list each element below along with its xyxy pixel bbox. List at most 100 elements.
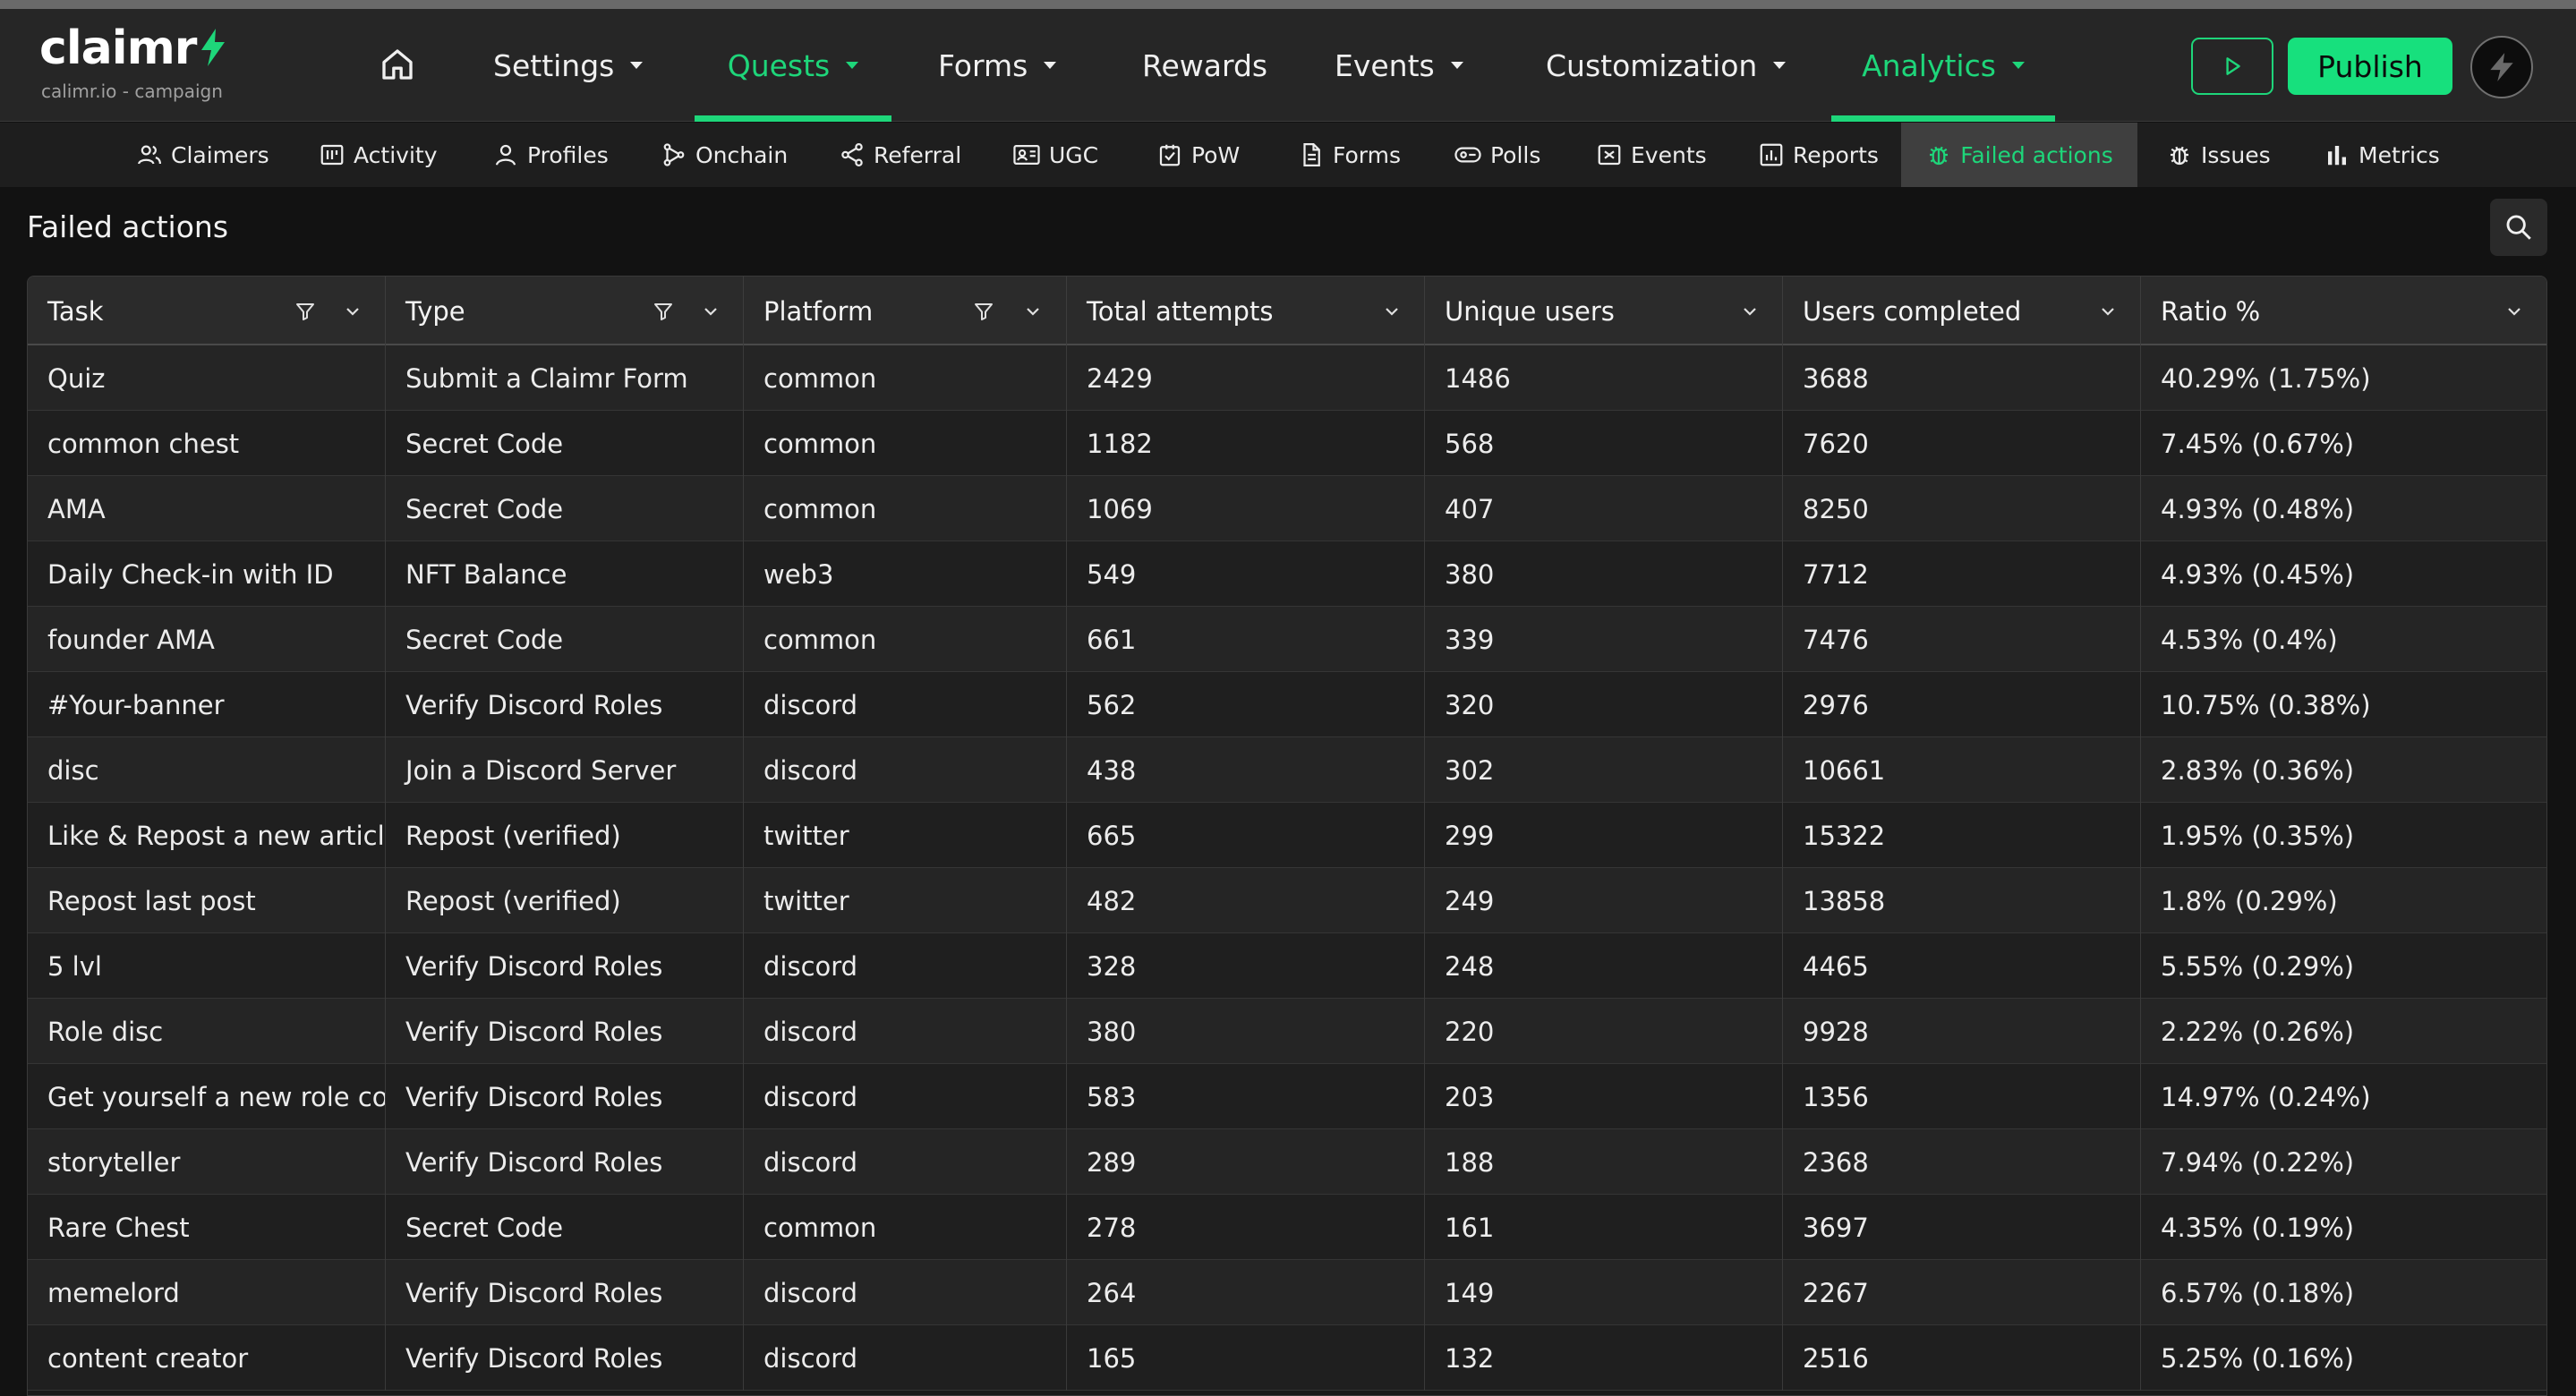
ratio-cell: 5.25% (0.16%)	[2161, 1342, 2355, 1374]
nav-rewards[interactable]: Rewards	[1142, 9, 1267, 122]
table-row[interactable]: Repost last post Repost (verified) twitter…	[28, 868, 2546, 933]
chevron-down-icon[interactable]	[1025, 304, 1041, 319]
preview-button[interactable]	[2191, 38, 2273, 95]
subnav-failed-actions[interactable]: Failed actions	[1901, 123, 2137, 187]
column-header-type[interactable]: Type	[386, 277, 744, 345]
nav-customization[interactable]: Customization	[1546, 9, 1787, 122]
table-row[interactable]: 5 lvl Verify Discord Roles discord 328 248 44…	[28, 933, 2546, 999]
platform-cell: discord	[744, 737, 1067, 803]
table-row[interactable]: Get yourself a new role co... Verify Disc…	[28, 1064, 2546, 1129]
type-cell: Secret Code	[386, 411, 744, 476]
ratio-cell: 2.22% (0.26%)	[2161, 1016, 2355, 1047]
users-completed-cell: 13858	[1783, 868, 2141, 933]
subnav-profiles[interactable]: Profiles	[492, 123, 609, 187]
total-attempts-cell: 1182	[1067, 411, 1425, 476]
subnav-pow[interactable]: PoW	[1156, 123, 1240, 187]
window-top-strip	[0, 0, 2576, 9]
failed-actions-table: Task Type Platform Total attempts Unique…	[27, 276, 2547, 1396]
chevron-down-icon[interactable]	[2506, 304, 2522, 319]
total-attempts-cell: 549	[1067, 541, 1425, 607]
chevron-down-icon[interactable]	[703, 304, 719, 319]
table-row[interactable]: founder AMA Secret Code common 661 339 7476 4.…	[28, 607, 2546, 672]
total-attempts-cell: 583	[1067, 1064, 1425, 1129]
table-row[interactable]: common chest Secret Code common 1182 568 7620…	[28, 411, 2546, 476]
subnav-ugc[interactable]: UGC	[1012, 123, 1098, 187]
column-header-label: Type	[405, 295, 465, 327]
table-row[interactable]: Role disc Verify Discord Roles discord 380 2…	[28, 999, 2546, 1064]
table-row[interactable]: memelord Verify Discord Roles discord 264 14…	[28, 1260, 2546, 1325]
table-row[interactable]: Daily Check-in with ID NFT Balance web3 549…	[28, 541, 2546, 607]
subnav-polls[interactable]: Polls	[1454, 123, 1540, 187]
unique-users-cell: 132	[1425, 1325, 1783, 1391]
task-cell: storyteller	[28, 1129, 386, 1195]
platform-cell: common	[744, 607, 1067, 672]
chevron-down-icon	[630, 62, 644, 69]
subnav-activity-label: Activity	[354, 141, 438, 168]
users-completed-cell: 2516	[1783, 1325, 2141, 1391]
column-header-users-completed[interactable]: Users completed	[1783, 277, 2141, 345]
publish-button[interactable]: Publish	[2288, 38, 2452, 95]
column-header-platform[interactable]: Platform	[744, 277, 1067, 345]
column-header-total-attempts[interactable]: Total attempts	[1067, 277, 1425, 345]
platform-cell: web3	[744, 541, 1067, 607]
subnav-reports[interactable]: Reports	[1758, 123, 1879, 187]
table-row[interactable]: AMA Secret Code common 1069 407 8250 4.93% (0.…	[28, 476, 2546, 541]
table-row[interactable]: Quiz Submit a Claimr Form common 2429 1486 36…	[28, 345, 2546, 411]
table-row[interactable]: content creator Verify Discord Roles disco…	[28, 1325, 2546, 1391]
nav-quests[interactable]: Quests	[695, 9, 891, 122]
table-row[interactable]: storyteller Verify Discord Roles discord 28…	[28, 1129, 2546, 1195]
subnav-referral[interactable]: Referral	[839, 123, 961, 187]
table-header: Task Type Platform Total attempts Unique…	[28, 277, 2546, 345]
nav-customization-label: Customization	[1546, 47, 1758, 83]
nav-settings[interactable]: Settings	[493, 9, 644, 122]
subnav-forms[interactable]: Forms	[1298, 123, 1401, 187]
subnav-metrics[interactable]: Metrics	[2324, 123, 2440, 187]
subnav-activity[interactable]: Activity	[319, 123, 438, 187]
column-header-ratio[interactable]: Ratio %	[2141, 277, 2546, 345]
unique-users-cell: 248	[1425, 933, 1783, 999]
chevron-down-icon[interactable]	[345, 304, 361, 319]
subnav-events[interactable]: Events	[1596, 123, 1707, 187]
home-icon[interactable]	[380, 47, 415, 86]
bar-chart-icon	[2328, 146, 2346, 166]
total-attempts-cell: 328	[1067, 933, 1425, 999]
users-completed-cell: 15322	[1783, 803, 2141, 868]
bolt-icon	[2490, 53, 2513, 81]
onchain-icon	[663, 143, 685, 166]
ratio-cell: 4.93% (0.48%)	[2161, 493, 2355, 524]
task-cell: Like & Repost a new articl...	[28, 803, 386, 868]
total-attempts-cell: 2429	[1067, 345, 1425, 411]
nav-quests-label: Quests	[727, 47, 831, 83]
search-button[interactable]	[2490, 199, 2547, 256]
type-cell: Verify Discord Roles	[386, 1325, 744, 1391]
filter-icon[interactable]	[973, 301, 994, 322]
filter-icon[interactable]	[653, 301, 674, 322]
type-cell: Repost (verified)	[386, 868, 744, 933]
users-completed-cell: 3688	[1783, 345, 2141, 411]
chevron-down-icon[interactable]	[1384, 304, 1400, 319]
type-cell: Secret Code	[386, 607, 744, 672]
table-row[interactable]: Rare Chest Secret Code common 278 161 3697 4.3…	[28, 1195, 2546, 1260]
subnav-claimers[interactable]: Claimers	[136, 123, 269, 187]
brand-logo[interactable]: claimr calimr.io - campaign	[39, 25, 228, 102]
type-cell: Join a Discord Server	[386, 737, 744, 803]
nav-events[interactable]: Events	[1335, 9, 1463, 122]
task-cell: AMA	[28, 476, 386, 541]
column-header-task[interactable]: Task	[28, 277, 386, 345]
table-row[interactable]: Like & Repost a new articl... Repost (ver…	[28, 803, 2546, 868]
nav-forms[interactable]: Forms	[938, 9, 1057, 122]
table-row[interactable]: disc Join a Discord Server discord 438 302 10…	[28, 737, 2546, 803]
column-header-unique-users[interactable]: Unique users	[1425, 277, 1783, 345]
subnav-onchain[interactable]: Onchain	[661, 123, 788, 187]
column-header-label: Platform	[763, 295, 874, 327]
subnav-issues[interactable]: Issues	[2166, 123, 2271, 187]
users-icon	[138, 145, 161, 165]
avatar[interactable]	[2470, 36, 2533, 98]
chevron-down-icon[interactable]	[2100, 304, 2116, 319]
reports-icon	[1760, 143, 1783, 166]
nav-analytics[interactable]: Analytics	[1831, 9, 2055, 122]
total-attempts-cell: 562	[1067, 672, 1425, 737]
filter-icon[interactable]	[294, 301, 316, 322]
chevron-down-icon[interactable]	[1742, 304, 1758, 319]
table-row[interactable]: #Your-banner Verify Discord Roles discord 5…	[28, 672, 2546, 737]
